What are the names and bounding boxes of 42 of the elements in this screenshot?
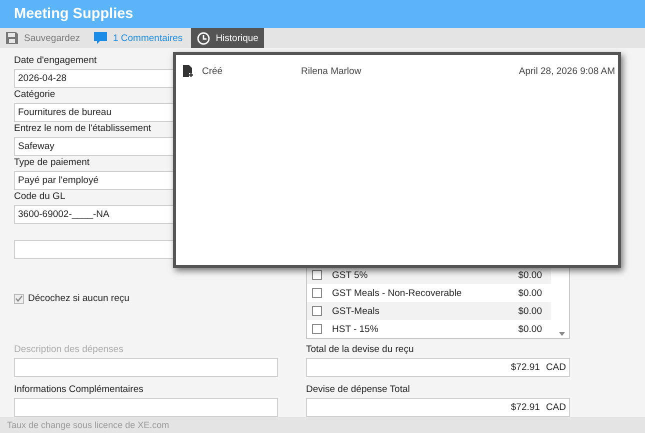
tax-amount: $0.00	[518, 288, 542, 298]
history-user: Rilena Marlow	[301, 66, 362, 76]
checkbox[interactable]	[312, 324, 322, 334]
speech-bubble-icon	[94, 32, 107, 44]
field-label: Description des dépenses	[14, 343, 124, 357]
text-field[interactable]	[14, 398, 278, 417]
footer-text: Taux de change sous licence de XE.com	[7, 420, 170, 430]
checkbox[interactable]	[312, 306, 322, 316]
tax-row[interactable]: GST-Meals $0.00	[307, 302, 551, 320]
field-label: Code du GL	[14, 190, 66, 204]
tax-amount: $0.00	[518, 306, 542, 316]
tax-row[interactable]: GST Meals - Non-Recoverable $0.00	[307, 284, 551, 302]
tax-name: GST 5%	[332, 270, 369, 280]
currency-code: CAD	[546, 362, 566, 373]
amount-field[interactable]: $72.91 CAD	[306, 358, 570, 377]
amount-value: $72.91	[510, 402, 540, 413]
tax-name: GST-Meals	[332, 306, 381, 316]
field-label: Informations Complémentaires	[14, 383, 144, 397]
tax-amount: $0.00	[518, 270, 542, 280]
currency-code: CAD	[546, 402, 566, 413]
tax-row[interactable]: HST - 15% $0.00	[307, 320, 551, 338]
field-label: Catégorie	[14, 88, 56, 102]
field-label: Entrez le nom de l'établissement	[14, 122, 151, 136]
amount-value: $72.91	[510, 362, 540, 373]
history-time: April 28, 2026 9:08 AM	[518, 66, 615, 76]
field-label: Date d'engagement	[14, 54, 97, 68]
save-tab[interactable]: Sauvegardez	[0, 28, 86, 48]
checkbox[interactable]	[312, 288, 322, 298]
tax-name: GST Meals - Non-Recoverable	[332, 288, 463, 298]
field-label: Total de la devise du reçu	[306, 343, 414, 357]
field-label: Devise de dépense Total	[306, 383, 410, 397]
history-tab[interactable]: Historique	[190, 28, 264, 48]
clock-icon	[196, 32, 210, 45]
amount-field[interactable]: $72.91 CAD	[306, 398, 570, 417]
field-label: Type de paiement	[14, 156, 90, 170]
scroll-down-arrow-icon	[559, 332, 565, 336]
checkbox[interactable]	[312, 270, 322, 280]
tax-amount: $0.00	[518, 324, 542, 334]
window-title: Meeting Supplies	[14, 6, 134, 22]
document-plus-icon	[183, 65, 194, 77]
tax-name: HST - 15%	[332, 324, 380, 334]
checkbox-label: Décochez si aucun reçu	[28, 293, 130, 304]
